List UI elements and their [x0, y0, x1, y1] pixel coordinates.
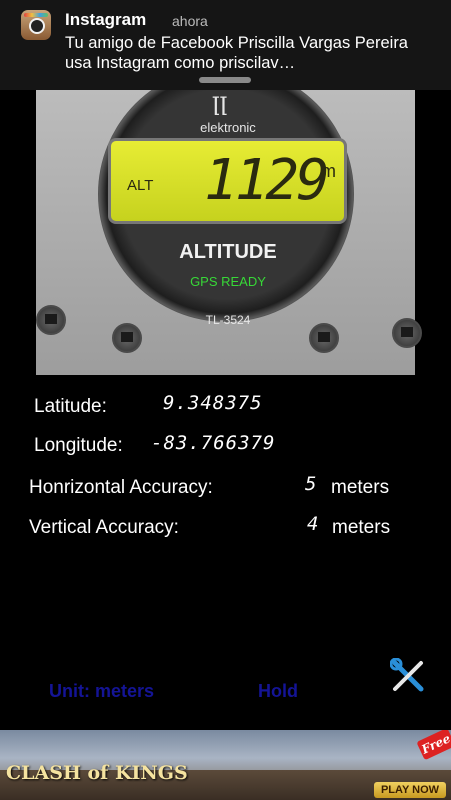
unit-toggle-button[interactable]: Unit: meters	[49, 681, 154, 702]
altitude-lcd-display: ALT 1129 m	[108, 138, 347, 224]
gps-status: GPS READY	[190, 274, 266, 289]
brand-logo-icon: ꞁꞁ	[212, 87, 228, 115]
ad-banner[interactable]: CLASH of KINGS Free PLAY NOW	[0, 730, 451, 800]
notification-time: ahora	[172, 13, 208, 29]
ad-logo: CLASH of KINGS	[6, 762, 188, 784]
notification-grabber-handle[interactable]	[199, 77, 251, 83]
screw-icon	[112, 323, 142, 353]
gauge-model: TL-3524	[205, 313, 251, 327]
vertical-accuracy-value: 4	[307, 513, 320, 535]
notification-message: Tu amigo de Facebook Priscilla Vargas Pe…	[65, 34, 408, 72]
play-now-button[interactable]: PLAY NOW	[374, 782, 446, 798]
gauge-brand: elektronic	[200, 120, 256, 135]
screw-icon	[392, 318, 422, 348]
latitude-value: 9.348375	[163, 392, 263, 414]
instagram-app-icon	[21, 10, 51, 40]
horizontal-accuracy-label: Honrizontal Accuracy:	[29, 477, 213, 498]
wrench-screwdriver-icon[interactable]	[389, 657, 426, 694]
screw-icon	[36, 305, 66, 335]
horizontal-accuracy-value: 5	[305, 473, 318, 495]
screw-icon	[309, 323, 339, 353]
lcd-label: ALT	[127, 177, 154, 194]
latitude-label: Latitude:	[34, 396, 107, 417]
hold-button[interactable]: Hold	[258, 681, 298, 702]
longitude-label: Longitude:	[34, 435, 123, 456]
vertical-accuracy-unit: meters	[332, 517, 391, 538]
ad-free-badge: Free	[416, 730, 451, 761]
horizontal-accuracy-unit: meters	[331, 477, 390, 498]
notification-banner[interactable]: Instagram ahora Tu amigo de Facebook Pri…	[0, 0, 451, 90]
altitude-value: 1129	[204, 148, 330, 213]
altitude-unit: m	[321, 161, 336, 181]
notification-app-name: Instagram	[65, 10, 147, 29]
gauge-title: ALTITUDE	[179, 241, 277, 263]
vertical-accuracy-label: Vertical Accuracy:	[29, 517, 179, 538]
longitude-value: -83.766379	[151, 432, 276, 454]
